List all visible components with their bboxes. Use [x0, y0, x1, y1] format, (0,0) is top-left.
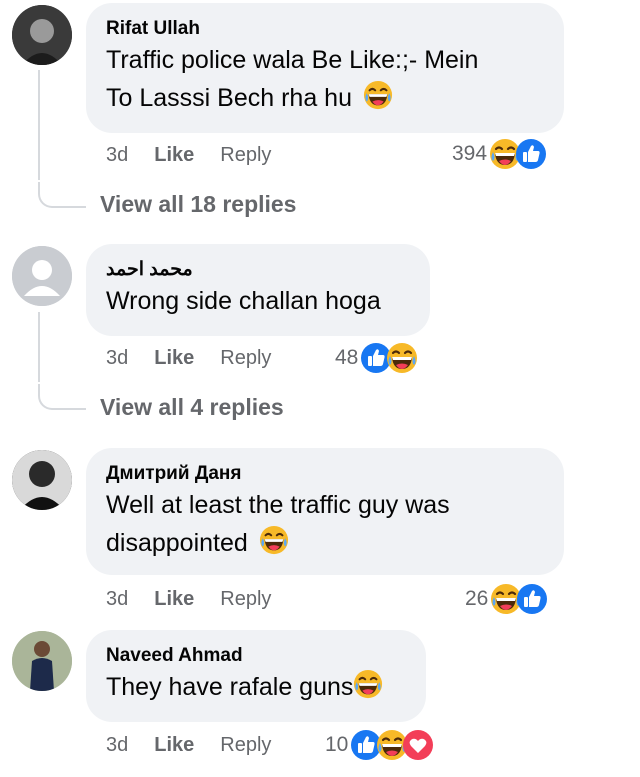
comment-text: Wrong side challan hoga: [106, 287, 381, 315]
comment-text-line: Well at least the traffic guy was: [106, 491, 450, 519]
laughing-emoji-icon: [353, 669, 383, 699]
reaction-summary[interactable]: 26: [465, 582, 548, 616]
reaction-count: 394: [452, 142, 488, 165]
thread-elbow: [38, 384, 86, 410]
avatar[interactable]: [12, 246, 72, 306]
thread-elbow: [38, 182, 86, 208]
avatar-image: [12, 450, 72, 510]
comment-time[interactable]: 3d: [106, 144, 128, 167]
like-reaction-icon: [516, 583, 548, 615]
view-replies-link[interactable]: View all 18 replies: [100, 191, 296, 218]
view-replies-link[interactable]: View all 4 replies: [100, 394, 284, 421]
reaction-count: 10: [325, 733, 349, 756]
reaction-count: 26: [465, 587, 489, 610]
reply-button[interactable]: Reply: [220, 144, 271, 167]
reply-button[interactable]: Reply: [220, 588, 271, 611]
comment-author[interactable]: محمد احمد: [106, 258, 408, 282]
reaction-count: 48: [335, 346, 359, 369]
comment-time[interactable]: 3d: [106, 588, 128, 611]
reply-button[interactable]: Reply: [220, 347, 271, 370]
comment-bubble: Дмитрий Даня Well at least the traffic g…: [86, 448, 564, 575]
like-reaction-icon: [515, 138, 547, 170]
laughing-emoji-icon: [259, 525, 289, 555]
default-avatar-icon: [12, 246, 72, 306]
comment-time[interactable]: 3d: [106, 734, 128, 757]
love-reaction-icon: [402, 729, 434, 761]
comment-bubble: محمد احمد Wrong side challan hoga: [86, 244, 430, 336]
comment-actions: 3d Like Reply: [106, 140, 271, 170]
comment-text: They have rafale guns: [106, 668, 404, 706]
avatar-image: [12, 5, 72, 65]
comment-text: Well at least the traffic guy was disapp…: [106, 486, 542, 562]
reply-button[interactable]: Reply: [220, 734, 271, 757]
thread-line: [38, 70, 40, 180]
avatar-image: [12, 631, 72, 691]
comment-text-line: disappointed: [106, 529, 248, 557]
reaction-summary[interactable]: 394: [452, 137, 547, 171]
comment-bubble: Rifat Ullah Traffic police wala Be Like:…: [86, 3, 564, 133]
avatar[interactable]: [12, 5, 72, 65]
reaction-summary[interactable]: 10: [325, 728, 434, 762]
comment-author[interactable]: Rifat Ullah: [106, 17, 542, 41]
comment-time[interactable]: 3d: [106, 347, 128, 370]
like-button[interactable]: Like: [154, 588, 194, 611]
comment-text-line: To Lasssi Bech rha hu: [106, 84, 352, 112]
avatar[interactable]: [12, 631, 72, 691]
comment-author[interactable]: Дмитрий Даня: [106, 462, 542, 486]
reaction-summary[interactable]: 48: [335, 341, 418, 375]
like-button[interactable]: Like: [154, 144, 194, 167]
comment-actions: 3d Like Reply: [106, 730, 271, 760]
thread-line: [38, 312, 40, 382]
comment-text-line: They have rafale guns: [106, 673, 354, 701]
like-button[interactable]: Like: [154, 734, 194, 757]
comment-text: Traffic police wala Be Like:;- Mein To L…: [106, 41, 542, 117]
comment-actions: 3d Like Reply: [106, 584, 271, 614]
comment-bubble: Naveed Ahmad They have rafale guns: [86, 630, 426, 722]
comment-actions: 3d Like Reply: [106, 343, 271, 373]
avatar[interactable]: [12, 450, 72, 510]
laughing-emoji-icon: [363, 80, 393, 110]
haha-reaction-icon: [386, 342, 418, 374]
like-button[interactable]: Like: [154, 347, 194, 370]
comment-text-line: Traffic police wala Be Like:;- Mein: [106, 46, 479, 74]
comment-author[interactable]: Naveed Ahmad: [106, 644, 404, 668]
